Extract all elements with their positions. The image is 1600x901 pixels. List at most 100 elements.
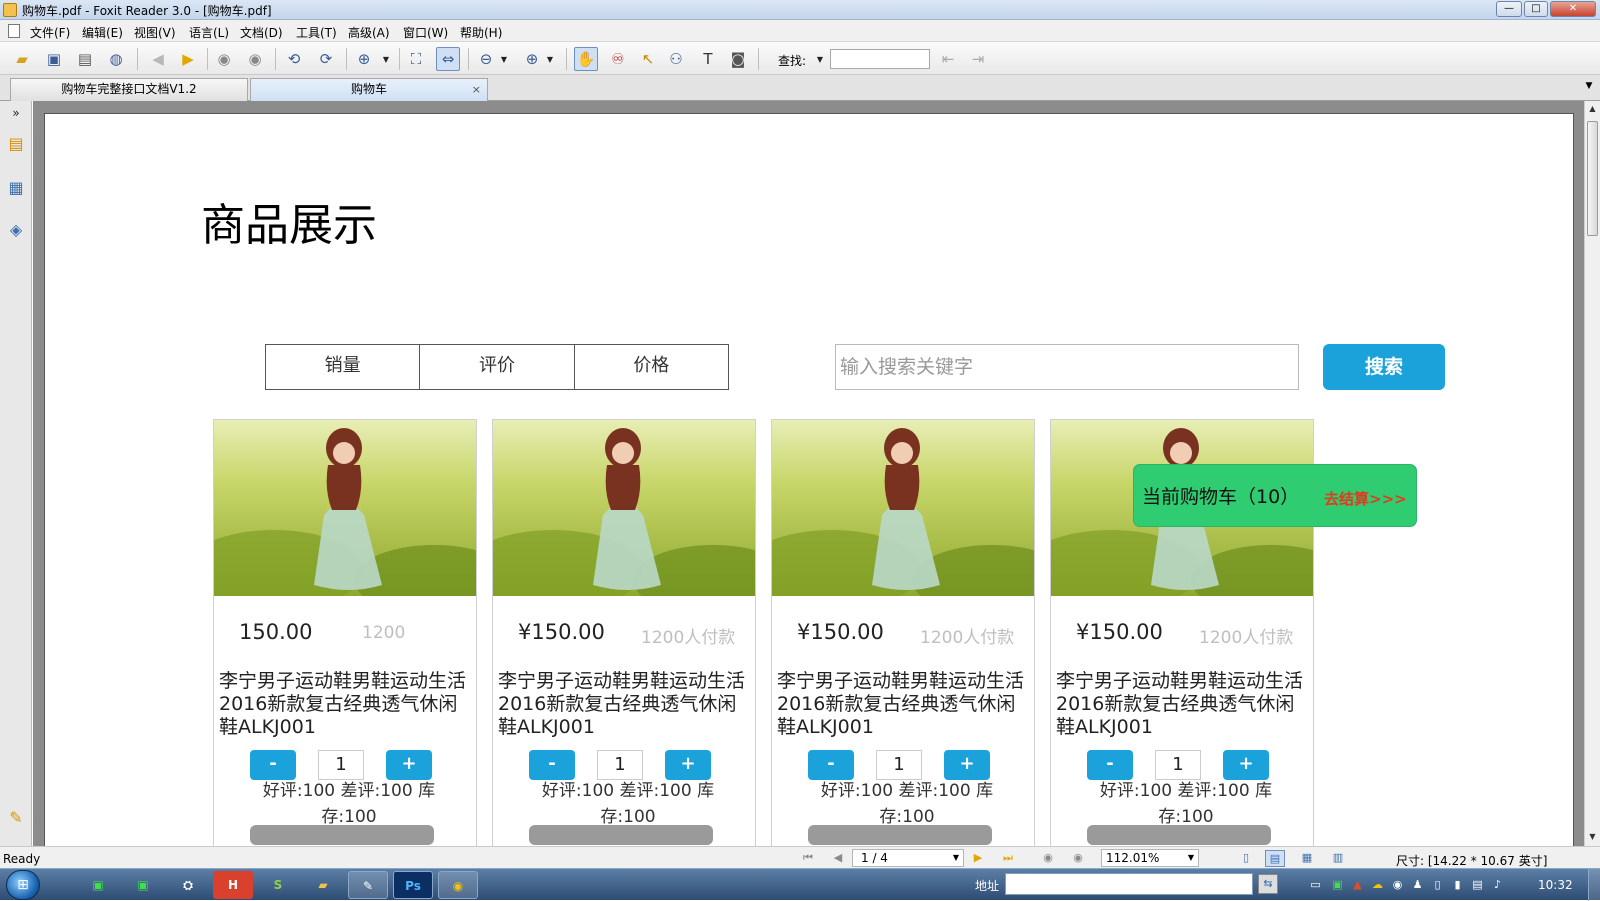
taskbar-h-app-icon[interactable]: H <box>213 871 253 899</box>
quantity-field[interactable]: 1 <box>597 750 643 780</box>
quantity-decrease-button[interactable]: - <box>250 750 296 780</box>
snapshot-camera-icon[interactable]: ◙ <box>726 47 750 71</box>
zoom-in-tool-icon[interactable]: ⊕ <box>352 47 376 71</box>
open-folder-icon[interactable]: ▰ <box>10 47 34 71</box>
zoom-level-field[interactable]: 112.01% ▼ <box>1101 849 1199 867</box>
quantity-decrease-button[interactable]: - <box>529 750 575 780</box>
chevron-down-icon[interactable]: ▼ <box>498 47 510 71</box>
tray-app-icon[interactable]: ▮ <box>1450 877 1465 892</box>
taskbar-app-green-icon[interactable]: ▣ <box>123 871 163 899</box>
taskbar-folder-icon[interactable]: ▰ <box>303 871 343 899</box>
quantity-increase-button[interactable]: + <box>1223 750 1269 780</box>
checkout-link[interactable]: 去结算>>> <box>1324 488 1407 509</box>
product-name[interactable]: 李宁男子运动鞋男鞋运动生活2016新款复古经典透气休闲鞋ALKJ001 <box>498 670 750 739</box>
add-to-cart-bar[interactable] <box>529 825 713 845</box>
print-icon[interactable]: ▤ <box>73 47 97 71</box>
menu-window[interactable]: 窗口(W) <box>403 24 448 41</box>
go-forward-icon[interactable]: ◉ <box>1070 850 1086 866</box>
search-input[interactable]: 输入搜索关键字 <box>835 344 1299 390</box>
scroll-down-icon[interactable]: ▼ <box>1585 829 1600 845</box>
chevron-down-icon[interactable]: ▼ <box>380 47 392 71</box>
select-arrow-icon[interactable]: ↖ <box>636 47 660 71</box>
tray-app-icon[interactable]: ▲ <box>1350 877 1365 892</box>
quantity-increase-button[interactable]: + <box>386 750 432 780</box>
menu-view[interactable]: 视图(V) <box>134 24 176 41</box>
menu-language[interactable]: 语言(L) <box>189 24 229 41</box>
start-button-windows-icon[interactable]: ⊞ <box>6 870 40 900</box>
tray-usb-icon[interactable]: ▯ <box>1430 877 1445 892</box>
add-to-cart-bar[interactable] <box>808 825 992 845</box>
search-button[interactable]: 搜索 <box>1323 344 1445 390</box>
document-viewport[interactable]: 商品展示 销量 评价 价格 输入搜索关键字 搜索 150.00 1200 李宁男… <box>33 101 1584 846</box>
attachments-paperclip-icon[interactable]: ✎ <box>5 807 27 829</box>
floating-cart-panel[interactable]: 当前购物车（10） 去结算>>> <box>1133 464 1417 527</box>
chevron-down-icon[interactable]: ▼ <box>1188 850 1194 866</box>
tab-list-dropdown-icon[interactable]: ▼ <box>1582 81 1596 95</box>
quantity-increase-button[interactable]: + <box>944 750 990 780</box>
single-page-view-icon[interactable]: ▯ <box>1236 850 1256 867</box>
next-page-icon[interactable]: ▶ <box>970 850 986 866</box>
previous-page-icon[interactable]: ◀ <box>146 47 170 71</box>
add-to-cart-bar[interactable] <box>1087 825 1271 845</box>
tray-network-icon[interactable]: ▤ <box>1470 877 1485 892</box>
quantity-decrease-button[interactable]: - <box>1087 750 1133 780</box>
tray-keyboard-icon[interactable]: ▭ <box>1308 877 1323 892</box>
quantity-decrease-button[interactable]: - <box>808 750 854 780</box>
scroll-up-icon[interactable]: ▲ <box>1585 101 1600 117</box>
taskbar-foxit-reader-icon[interactable]: ✎ <box>348 871 388 899</box>
tab-shopping-cart[interactable]: 购物车 × <box>250 78 488 101</box>
menu-advanced[interactable]: 高级(A) <box>348 24 390 41</box>
maximize-button[interactable]: □ <box>1524 1 1548 17</box>
close-window-button[interactable]: ✕ <box>1550 1 1596 17</box>
continuous-facing-view-icon[interactable]: ▥ <box>1328 850 1348 867</box>
find-next-icon[interactable]: ⇥ <box>966 47 990 71</box>
scrollbar-thumb[interactable] <box>1587 121 1598 236</box>
find-previous-icon[interactable]: ⇤ <box>936 47 960 71</box>
tab-interface-doc[interactable]: 购物车完整接口文档V1.2 <box>10 78 248 101</box>
tray-green-app-icon[interactable]: ▣ <box>1330 877 1345 892</box>
go-back-icon[interactable]: ◉ <box>212 47 236 71</box>
taskbar-sogou-icon[interactable]: S <box>258 871 298 899</box>
quantity-increase-button[interactable]: + <box>665 750 711 780</box>
layers-icon[interactable]: ◈ <box>5 219 27 241</box>
address-go-icon[interactable]: ⇆ <box>1258 874 1278 894</box>
binoculars-icon[interactable]: ⚇ <box>664 47 688 71</box>
fit-width-icon[interactable]: ⇔ <box>436 47 460 71</box>
menu-tools[interactable]: 工具(T) <box>296 24 337 41</box>
next-page-icon[interactable]: ▶ <box>176 47 200 71</box>
menu-document[interactable]: 文档(D) <box>240 24 283 41</box>
continuous-view-icon[interactable]: ▤ <box>1265 850 1285 867</box>
tray-cloud-icon[interactable]: ☁ <box>1370 877 1385 892</box>
previous-page-icon[interactable]: ◀ <box>830 850 846 866</box>
loupe-glasses-icon[interactable]: ♾ <box>606 47 630 71</box>
address-input[interactable] <box>1005 873 1253 895</box>
fit-page-icon[interactable]: ⛶ <box>404 47 428 71</box>
menu-help[interactable]: 帮助(H) <box>460 24 502 41</box>
hand-tool-icon[interactable]: ✋ <box>574 47 598 71</box>
quantity-field[interactable]: 1 <box>1155 750 1201 780</box>
taskbar-network-icon[interactable]: ⛭ <box>168 871 208 899</box>
zoom-out-icon[interactable]: ⊖ <box>474 47 498 71</box>
rotate-left-icon[interactable]: ⟲ <box>282 47 306 71</box>
minimize-button[interactable]: — <box>1496 1 1522 17</box>
taskbar-photoshop-icon[interactable]: Ps <box>393 871 433 899</box>
rotate-right-icon[interactable]: ⟳ <box>314 47 338 71</box>
page-thumbnails-icon[interactable]: ▦ <box>5 177 27 199</box>
quantity-field[interactable]: 1 <box>876 750 922 780</box>
show-desktop-button[interactable] <box>1588 869 1600 901</box>
quantity-field[interactable]: 1 <box>318 750 364 780</box>
document-menu-icon[interactable] <box>8 24 20 38</box>
chevron-down-icon[interactable]: ▼ <box>953 850 959 866</box>
vertical-scrollbar[interactable]: ▲ ▼ <box>1584 101 1600 846</box>
taskbar-app-green-icon[interactable]: ▣ <box>78 871 118 899</box>
tab-close-icon[interactable]: × <box>472 79 481 100</box>
product-name[interactable]: 李宁男子运动鞋男鞋运动生活2016新款复古经典透气休闲鞋ALKJ001 <box>1056 670 1308 739</box>
zoom-in-icon[interactable]: ⊕ <box>520 47 544 71</box>
tray-penguin-icon[interactable]: ♟ <box>1410 877 1425 892</box>
product-name[interactable]: 李宁男子运动鞋男鞋运动生活2016新款复古经典透气休闲鞋ALKJ001 <box>219 670 471 739</box>
add-to-cart-bar[interactable] <box>250 825 434 845</box>
sort-by-price-button[interactable]: 价格 <box>575 345 728 389</box>
facing-view-icon[interactable]: ▦ <box>1297 850 1317 867</box>
menu-file[interactable]: 文件(F) <box>30 24 70 41</box>
tray-app-icon[interactable]: ◉ <box>1390 877 1405 892</box>
